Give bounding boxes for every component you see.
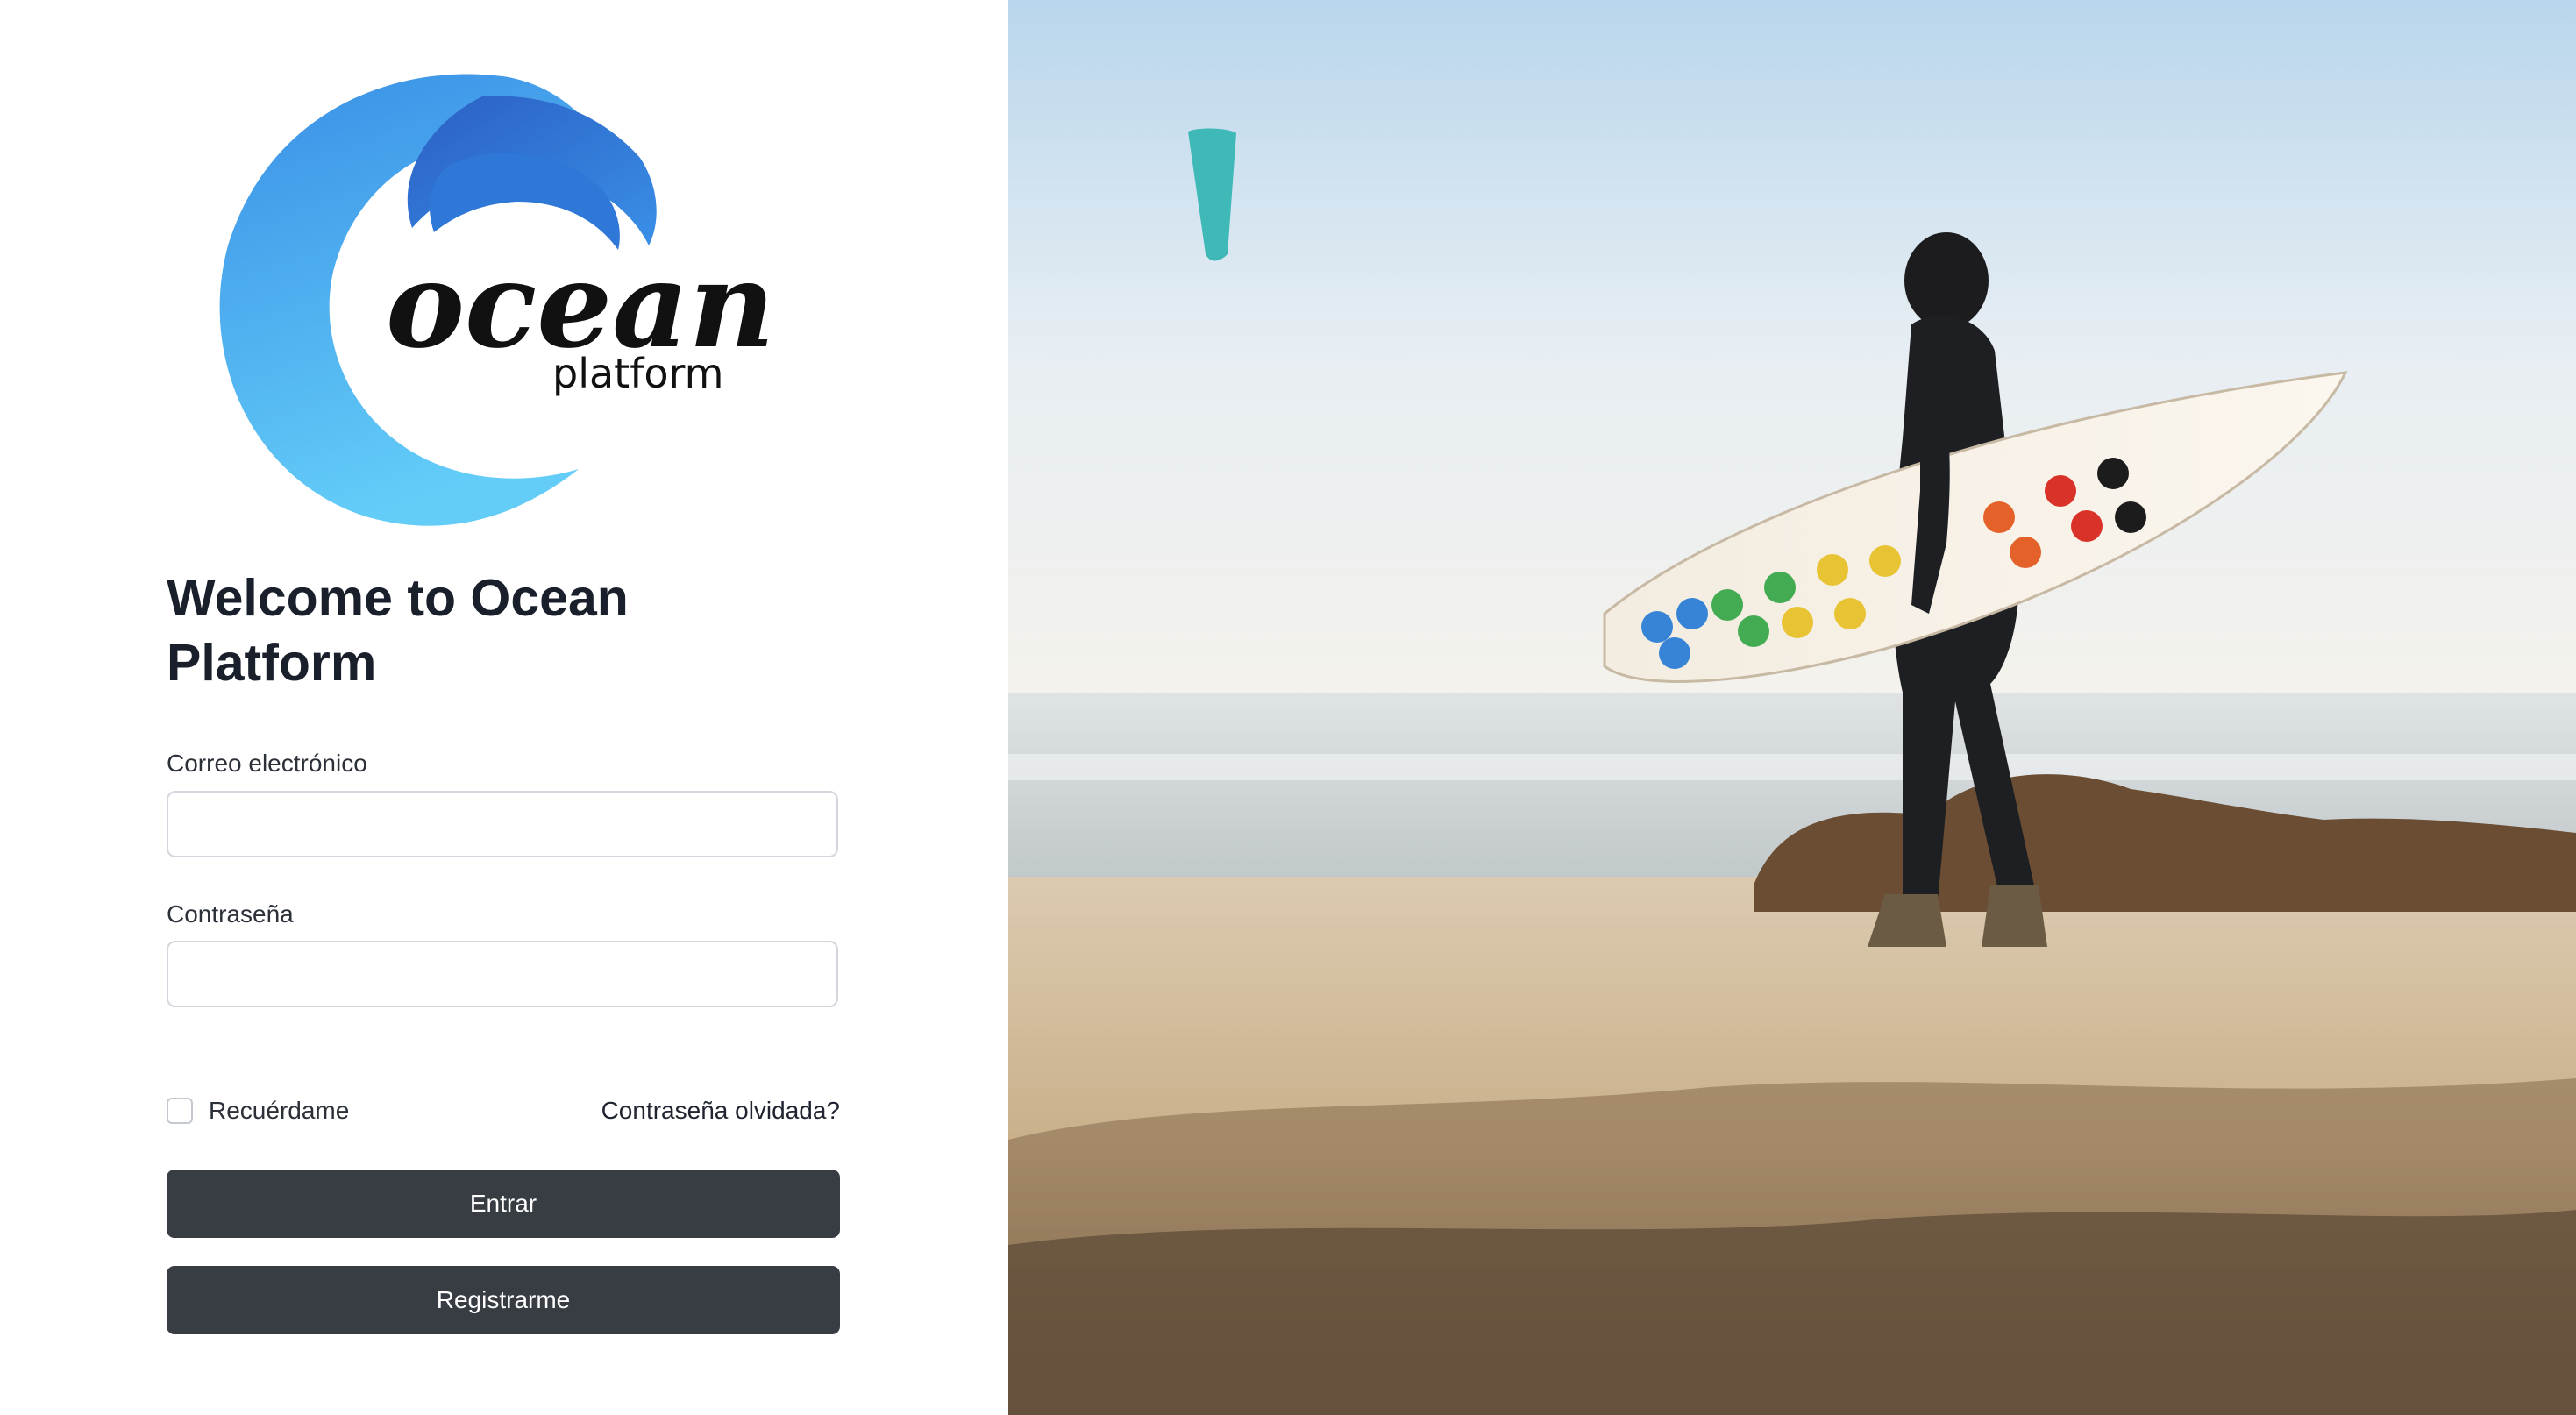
forgot-password-link[interactable]: Contraseña olvidada? bbox=[601, 1095, 840, 1127]
email-field[interactable] bbox=[167, 791, 838, 857]
page-title: Welcome to Ocean Platform bbox=[167, 569, 629, 692]
login-panel: ocean platform Welcome to Ocean Platform… bbox=[0, 0, 1008, 1415]
login-button[interactable]: Entrar bbox=[167, 1170, 840, 1238]
remember-me-checkbox[interactable] bbox=[167, 1098, 193, 1124]
register-button[interactable]: Registrarme bbox=[167, 1266, 840, 1334]
password-field[interactable] bbox=[167, 941, 838, 1007]
surfer-beach-photo bbox=[1008, 0, 2576, 1415]
email-label: Correo electrónico bbox=[167, 750, 367, 777]
logo-subword: platform bbox=[552, 350, 723, 397]
ocean-platform-logo: ocean platform bbox=[219, 70, 789, 530]
remember-me-label: Recuérdame bbox=[209, 1097, 350, 1124]
remember-me-toggle[interactable]: Recuérdame bbox=[167, 1095, 349, 1127]
password-label: Contraseña bbox=[167, 900, 294, 928]
